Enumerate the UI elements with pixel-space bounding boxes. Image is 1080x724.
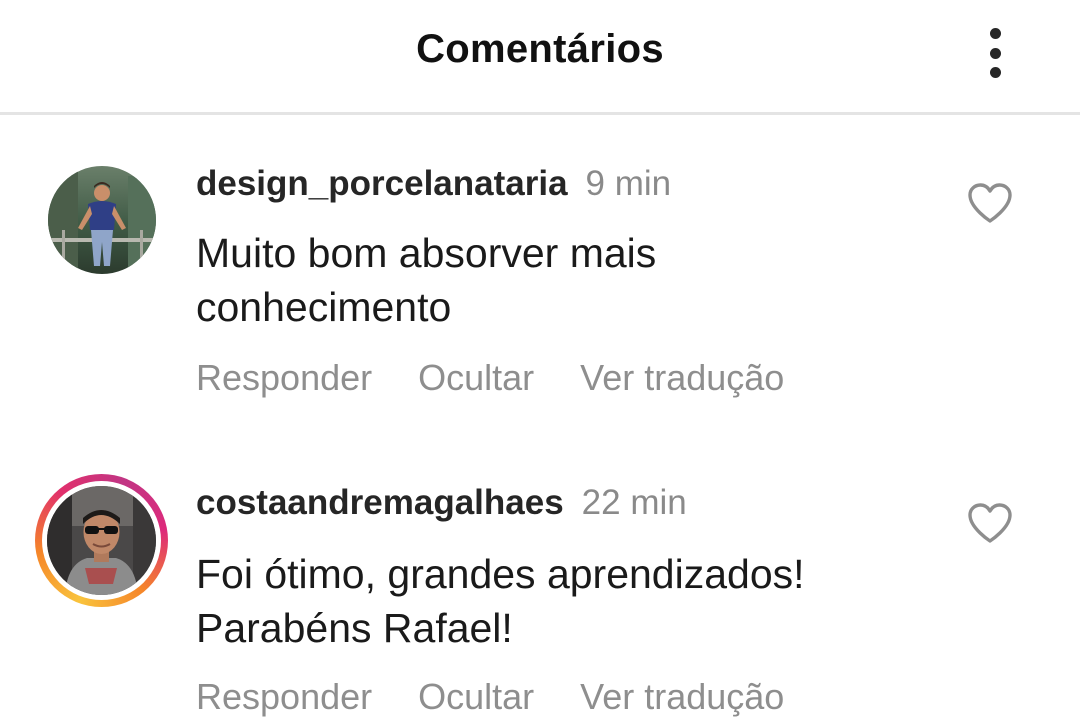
page-title: Comentários [416,27,664,71]
more-dot [989,28,1001,39]
avatar[interactable] [48,166,156,274]
comment-time: 9 min [585,164,672,203]
avatar [47,486,156,595]
translate-button[interactable]: Ver tradução [580,357,784,399]
more-options-icon[interactable] [970,26,1020,80]
avatar-photo [47,486,156,595]
heart-outline-icon[interactable] [966,181,1014,225]
hide-button[interactable]: Ocultar [418,357,534,399]
reply-button[interactable]: Responder [196,357,372,399]
story-ring[interactable] [35,474,168,607]
reply-button[interactable]: Responder [196,676,372,718]
more-dot [989,47,1001,59]
comment-header: design_porcelanataria 9 min [196,164,671,204]
comment-username[interactable]: costaandremagalhaes [196,483,564,522]
hide-button[interactable]: Ocultar [418,676,534,718]
comment-header: costaandremagalhaes 22 min [196,483,687,523]
comment-text: Muito bom absorver mais conhecimento [196,230,657,330]
comment-text: Foi ótimo, grandes aprendizados! Parabén… [196,551,805,651]
comment-actions: Responder Ocultar Ver tradução [196,357,830,399]
heart-outline-icon[interactable] [966,501,1014,545]
comment-time: 22 min [581,483,687,522]
translate-button[interactable]: Ver tradução [580,676,784,718]
avatar-photo [48,166,156,274]
more-dot [989,67,1001,78]
comment-actions: Responder Ocultar Ver tradução [196,676,830,718]
comments-header: Comentários [0,0,1080,115]
comment-username[interactable]: design_porcelanataria [196,164,568,203]
